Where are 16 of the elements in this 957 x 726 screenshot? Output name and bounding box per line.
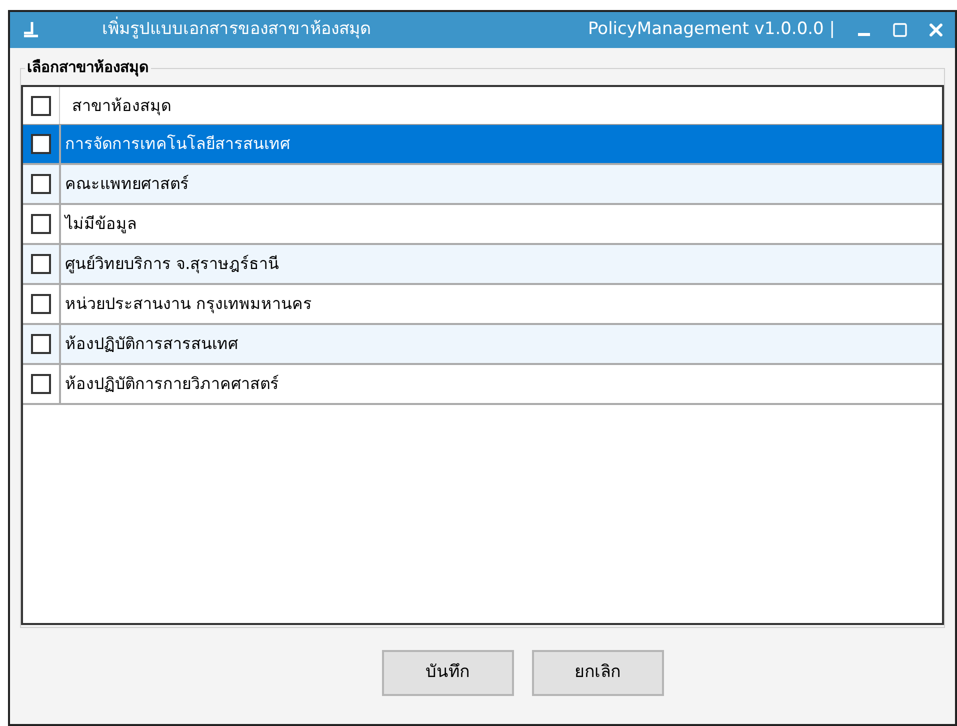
minimize-icon (858, 32, 870, 36)
group-label: เลือกสาขาห้องสมุด (25, 56, 151, 78)
checkbox[interactable] (31, 294, 51, 314)
checkbox[interactable] (31, 254, 51, 274)
app-name: PolicyManagement v1.0.0.0 | (588, 18, 835, 42)
dialog-button[interactable]: ยกเลิก (532, 650, 664, 696)
checkbox[interactable] (31, 374, 51, 394)
checkbox[interactable] (31, 134, 51, 154)
checkbox[interactable] (31, 174, 51, 194)
dialog-button[interactable]: บันทึก (382, 650, 514, 696)
checkbox[interactable] (31, 214, 51, 234)
window-title: เพิ่มรูปแบบเอกสารของสาขาห้องสมุด (102, 17, 371, 43)
checkbox[interactable] (31, 334, 51, 354)
checkbox[interactable] (31, 96, 51, 116)
column-header[interactable]: สาขาห้องสมุด (59, 87, 942, 124)
maximize-icon (892, 22, 908, 38)
